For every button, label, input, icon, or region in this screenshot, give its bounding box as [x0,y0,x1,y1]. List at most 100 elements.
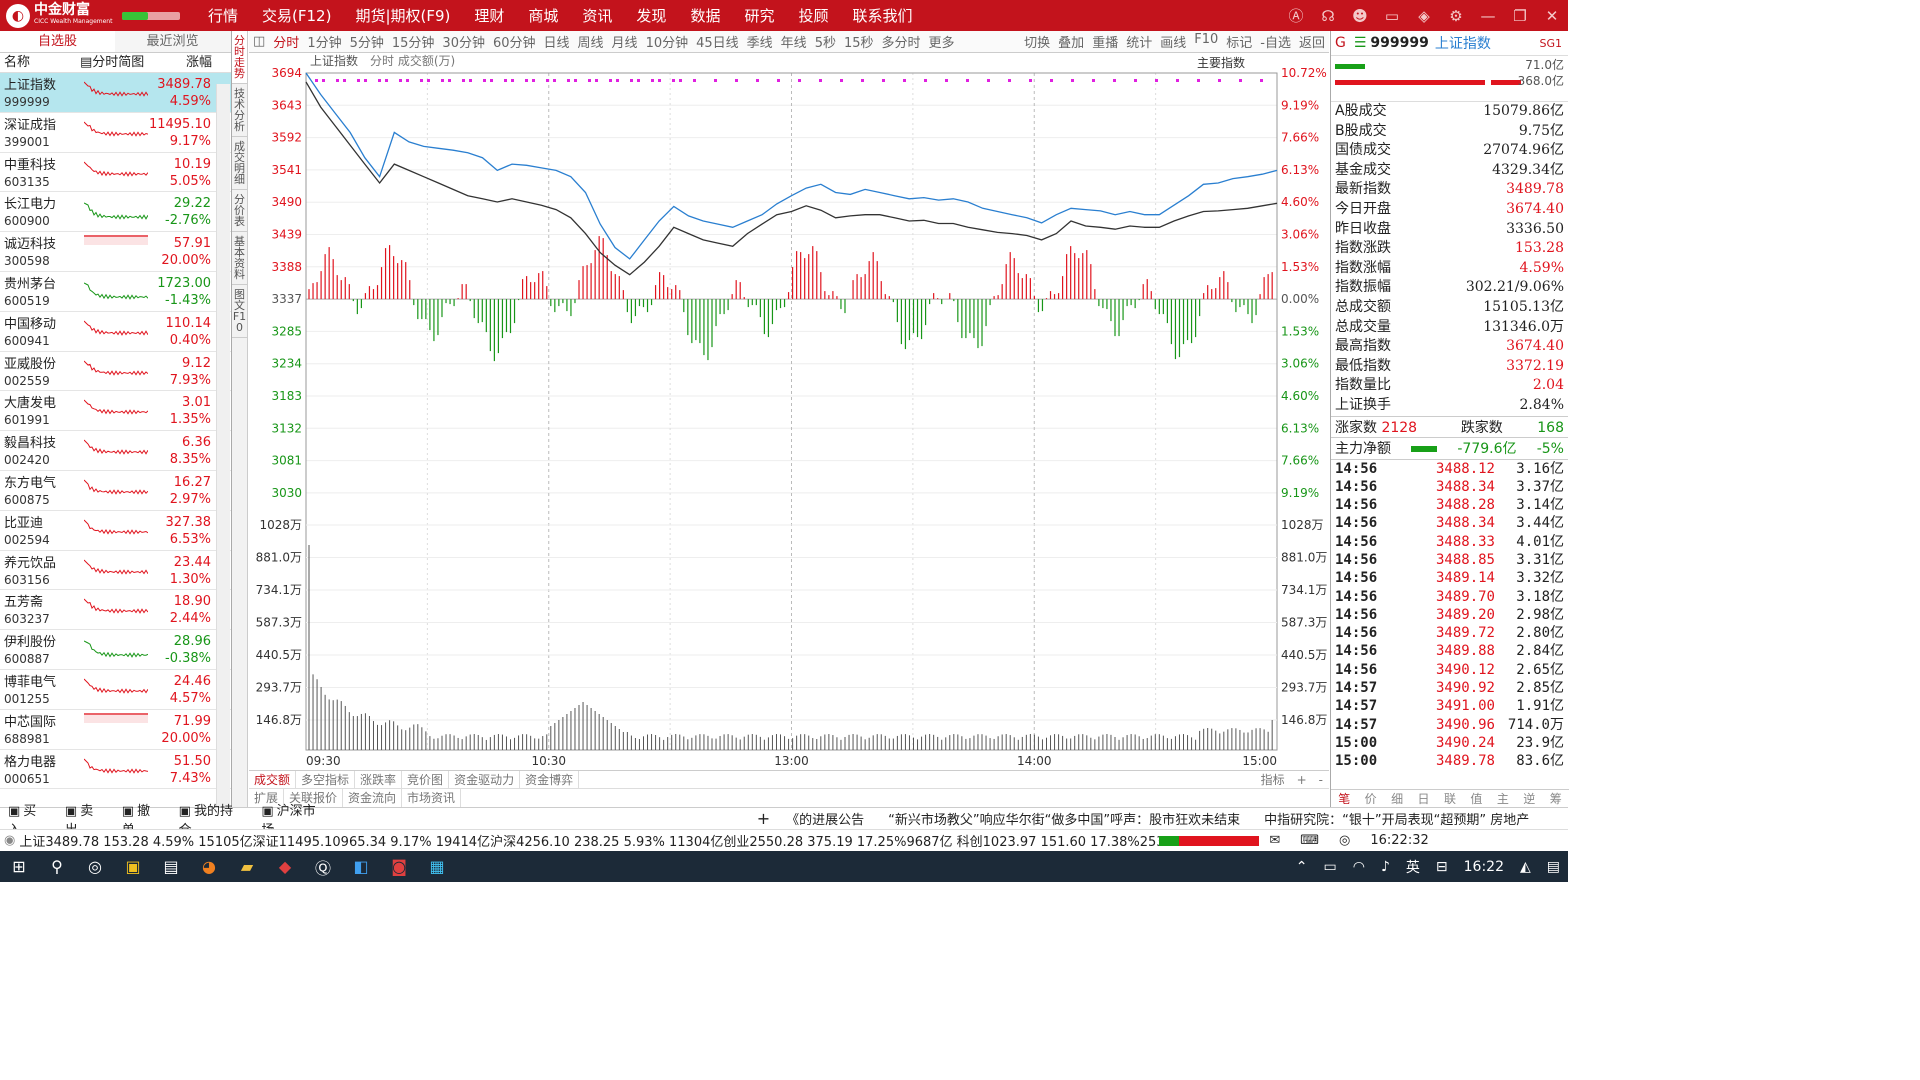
period-tab-2[interactable]: 5分钟 [346,32,388,51]
list-item[interactable]: 博菲电气 001255 24.46 4.57% [0,670,231,710]
app-chart-icon[interactable]: ▤ [152,851,190,882]
list-item[interactable]: 中国移动 600941 110.14 0.40% [0,312,231,352]
vtab-4[interactable]: 基本资料 [232,232,247,285]
list-item[interactable]: 亚威股份 002559 9.12 7.93% [0,352,231,392]
volume-icon[interactable]: ♪ [1373,859,1398,875]
period-tab-16[interactable]: 更多 [925,32,959,51]
minimize-icon[interactable]: — [1472,7,1504,25]
tool-button-4[interactable]: 画线 [1156,32,1190,51]
chart-legend-right[interactable]: 主要指数 [1197,55,1245,70]
list-item[interactable]: 大唐发电 601991 3.01 1.35% [0,391,231,432]
vtab-2[interactable]: 成交明细 [232,137,247,190]
screen-icon[interactable]: ▭ [1376,7,1408,25]
menu-item-3[interactable]: 理财 [462,5,516,26]
period-tab-3[interactable]: 15分钟 [388,32,439,51]
menu-item-5[interactable]: 资讯 [570,5,624,26]
mail-icon[interactable]: ✉ [1259,833,1290,848]
clock[interactable]: 16:22 [1456,859,1512,875]
period-tab-7[interactable]: 周线 [574,32,608,51]
list-item[interactable]: 东方电气 600875 16.27 2.97% [0,471,231,511]
list-item[interactable]: 上证指数 999999 3489.78 4.59% [0,73,231,113]
firefox-icon[interactable]: ◕ [190,851,228,882]
menu-item-0[interactable]: 行情 [196,5,250,26]
wifi-icon[interactable]: ◠ [1345,859,1373,875]
ext-tab-2[interactable]: 资金流向 [343,789,403,807]
quote-tab-2[interactable]: 细 [1384,790,1410,807]
period-tab-5[interactable]: 60分钟 [489,32,540,51]
location-icon[interactable]: ◎ [1329,833,1360,848]
folder-icon[interactable]: ▰ [228,851,266,882]
input-lang[interactable]: 英 [1398,857,1428,877]
period-tab-10[interactable]: 45日线 [692,32,743,51]
app-tray-icon[interactable]: ◭ [1512,859,1539,875]
menu-icon[interactable]: ☰ [1350,35,1371,51]
menu-item-8[interactable]: 研究 [732,5,786,26]
list-item[interactable]: 长江电力 600900 29.22 -2.76% [0,192,231,233]
news-item[interactable]: “新兴市场教父”响应华尔街“做多中国”呼声：股市狂欢未结束 [876,809,1252,828]
intraday-chart[interactable]: 3694 10.72% 3643 9.19% 3592 7.66% 3541 6.13% 349… [249,53,1329,770]
vtab-5[interactable]: 图文F10 [232,285,247,338]
gear-icon[interactable]: ⚙ [1440,7,1472,25]
scrollbar[interactable] [216,84,230,836]
notification-icon[interactable]: ▤ [1539,859,1568,875]
list-item[interactable]: 格力电器 000651 51.50 7.43% [0,750,231,790]
tool-button-8[interactable]: 返回 [1295,32,1329,51]
app-red-icon[interactable]: ◆ [266,851,304,882]
tab-recent[interactable]: 最近浏览 [115,31,230,52]
app-window-icon[interactable]: ▦ [418,851,456,882]
indicator-tab-4[interactable]: 资金驱动力 [449,771,521,788]
quote-tag[interactable]: SG1 [1539,37,1568,50]
app-q-icon[interactable]: Ⓠ [304,851,342,882]
menu-item-1[interactable]: 交易(F12) [250,5,343,26]
quote-tab-7[interactable]: 逆 [1516,790,1542,807]
period-tab-6[interactable]: 日线 [540,32,574,51]
col-change[interactable]: 涨幅 [170,53,212,72]
period-tab-8[interactable]: 月线 [608,32,642,51]
menu-item-7[interactable]: 数据 [678,5,732,26]
restore-icon[interactable]: ❐ [1504,7,1536,25]
period-tab-1[interactable]: 1分钟 [303,32,345,51]
tool-button-1[interactable]: 叠加 [1054,32,1088,51]
indicator-tab-3[interactable]: 竞价图 [402,771,450,788]
news-item[interactable]: 《的进展公告 [774,809,876,828]
list-item[interactable]: 深证成指 399001 11495.10 9.17% [0,113,231,153]
menu-item-4[interactable]: 商城 [516,5,570,26]
search-icon[interactable]: ⚲ [38,851,76,882]
quote-tab-6[interactable]: 主 [1490,790,1516,807]
col-chart[interactable]: ▤分时简图 [80,53,170,72]
user-icon[interactable]: ☻ [1344,7,1376,25]
tool-button-6[interactable]: 标记 [1222,32,1256,51]
period-tab-15[interactable]: 多分时 [878,32,925,51]
tool-button-0[interactable]: 切换 [1020,32,1054,51]
ime-icon[interactable]: ⊟ [1428,859,1456,875]
list-item[interactable]: 贵州茅台 600519 1723.00 -1.43% [0,272,231,312]
menu-item-6[interactable]: 发现 [624,5,678,26]
tab-watchlist[interactable]: 自选股 [0,31,115,52]
indicator-tab-1[interactable]: 多空指标 [296,771,356,788]
windows-start-icon[interactable]: ⊞ [0,851,38,882]
period-tab-12[interactable]: 年线 [777,32,811,51]
vtab-0[interactable]: 分时走势 [232,31,247,84]
quote-tab-3[interactable]: 日 [1410,790,1436,807]
period-tab-11[interactable]: 季线 [743,32,777,51]
period-tab-14[interactable]: 15秒 [840,32,878,51]
vtab-1[interactable]: 技术分析 [232,84,247,137]
ai-icon[interactable]: Ⓐ [1280,5,1312,26]
tool-button-5[interactable]: F10 [1190,32,1222,51]
g-icon[interactable]: G [1331,35,1350,51]
app-yellow-icon[interactable]: ▣ [114,851,152,882]
list-item[interactable]: 中重科技 603135 10.19 5.05% [0,153,231,193]
list-item[interactable]: 养元饮品 603156 23.44 1.30% [0,551,231,591]
indicator-control-1[interactable]: + [1291,771,1313,788]
tool-button-3[interactable]: 统计 [1122,32,1156,51]
plus-icon[interactable]: + [753,809,774,828]
indicator-control-0[interactable]: 指标 [1255,771,1291,788]
panel-toggle-icon[interactable]: ◫ [249,34,269,49]
period-tab-13[interactable]: 5秒 [811,32,840,51]
list-item[interactable]: 伊利股份 600887 28.96 -0.38% [0,630,231,670]
tool-button-2[interactable]: 重播 [1088,32,1122,51]
quote-tab-4[interactable]: 联 [1437,790,1463,807]
menu-item-2[interactable]: 期货|期权(F9) [343,5,462,26]
period-tab-0[interactable]: 分时 [269,32,303,51]
menu-item-9[interactable]: 投顾 [786,5,840,26]
